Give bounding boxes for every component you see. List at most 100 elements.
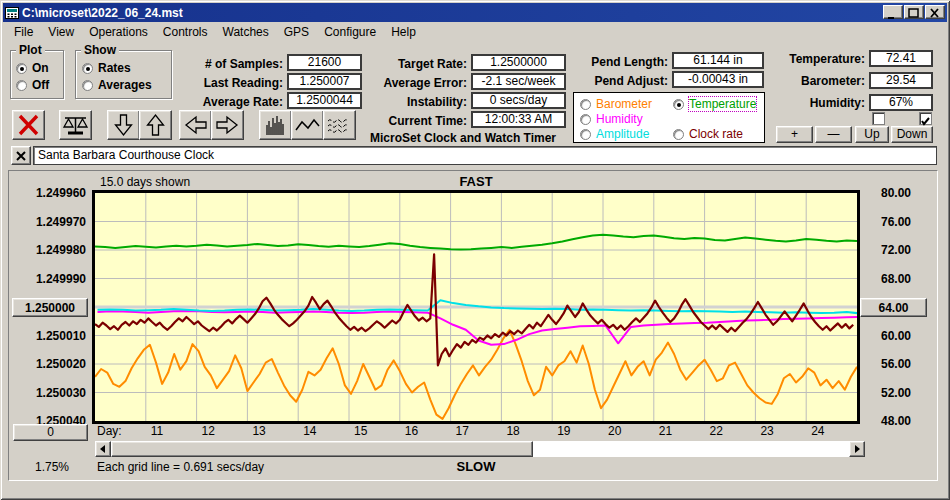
radio-label: Temperature xyxy=(689,97,756,111)
plot-canvas xyxy=(95,193,857,421)
day-tick: 19 xyxy=(557,424,570,438)
day-tick: 22 xyxy=(710,424,723,438)
target-rate-label: Target Rate: xyxy=(380,57,467,71)
wavy-lines-button[interactable] xyxy=(323,110,356,140)
checkbox-left[interactable] xyxy=(872,112,885,125)
right-axis-label: 60.00 xyxy=(866,329,926,343)
day-tick: 18 xyxy=(506,424,519,438)
menu-gps[interactable]: GPS xyxy=(277,23,317,41)
menu-file[interactable]: File xyxy=(7,23,41,41)
maximize-icon xyxy=(909,9,918,17)
shift-right-button[interactable] xyxy=(211,110,244,140)
left-axis-label: 1.250010 xyxy=(6,329,86,343)
radio-label: Clock rate xyxy=(689,127,743,141)
menu-configure[interactable]: Configure xyxy=(317,23,384,41)
line-plot-button[interactable] xyxy=(291,110,324,140)
arrow-left-icon xyxy=(180,111,211,139)
day-tick: 15 xyxy=(354,424,367,438)
radio-humidity[interactable]: Humidity xyxy=(580,112,643,126)
radio-plot-off[interactable]: Off xyxy=(16,78,49,92)
radio-label: Averages xyxy=(98,78,152,92)
radio-amplitude[interactable]: Amplitude xyxy=(580,127,649,141)
day-tick: 21 xyxy=(659,424,672,438)
left-axis-label: 1.249990 xyxy=(6,272,86,286)
minimize-button[interactable] xyxy=(883,5,903,19)
radio-label: Rates xyxy=(98,61,131,75)
radio-barometer[interactable]: Barometer xyxy=(580,97,652,111)
checkbox-right[interactable] xyxy=(919,112,932,125)
series-selector-box: BarometerHumidityAmplitude Temperature Clo… xyxy=(573,92,765,143)
scroll-left-button[interactable] xyxy=(95,441,111,457)
radio-icon xyxy=(16,63,27,74)
scroll-right-button[interactable] xyxy=(849,441,865,457)
plot-area[interactable] xyxy=(92,190,860,424)
instability-label: Instability: xyxy=(380,95,467,109)
app-window: C:\microset\2022_06_24.mst FileViewOpera… xyxy=(0,0,950,500)
day-tick: 14 xyxy=(303,424,316,438)
radio-plot-on[interactable]: On xyxy=(16,61,49,75)
menu-watches[interactable]: Watches xyxy=(216,23,277,41)
maximize-button[interactable] xyxy=(904,5,924,19)
pend-adjust-label: Pend Adjust: xyxy=(575,74,668,88)
close-icon xyxy=(931,9,938,17)
session-name-input[interactable]: Santa Barbara Courthouse Clock xyxy=(33,146,937,165)
menu-controls[interactable]: Controls xyxy=(156,23,216,41)
arrow-up-icon xyxy=(140,111,171,139)
radio-show-averages[interactable]: Averages xyxy=(82,78,152,92)
radio-show-rates[interactable]: Rates xyxy=(82,61,131,75)
right-axis-highlight-button[interactable]: 64.00 xyxy=(860,298,927,317)
plot-group-label: Plot xyxy=(16,43,45,57)
minus-button[interactable]: — xyxy=(815,126,852,143)
radio-clock-rate[interactable]: Clock rate xyxy=(673,127,743,141)
scrollbar-thumb[interactable] xyxy=(111,441,533,457)
samples-label: # of Samples: xyxy=(150,57,283,71)
humidity-field: 67% xyxy=(869,94,933,111)
last-reading-field: 1.250007 xyxy=(287,73,362,90)
radio-icon xyxy=(82,63,93,74)
left-axis-label: 1.249980 xyxy=(6,243,86,257)
instability-field: 0 secs/day xyxy=(471,92,566,109)
radio-icon xyxy=(16,80,27,91)
app-icon xyxy=(5,6,19,20)
line-plot-icon xyxy=(292,111,323,139)
zero-button[interactable]: 0 xyxy=(13,424,88,441)
right-axis-label: 76.00 xyxy=(866,215,926,229)
delete-button[interactable] xyxy=(12,110,45,140)
down-button[interactable]: Down xyxy=(891,126,933,143)
menu-operations[interactable]: Operations xyxy=(82,23,156,41)
histogram-button[interactable] xyxy=(259,110,292,140)
pend-adjust-field: -0.00043 in xyxy=(672,71,764,88)
current-time-field: 12:00:33 AM xyxy=(471,111,566,128)
radio-temperature[interactable]: Temperature xyxy=(673,97,756,111)
shift-up-button[interactable] xyxy=(139,110,172,140)
average-rate-field: 1.2500044 xyxy=(287,92,362,109)
right-axis-label: 52.00 xyxy=(866,386,926,400)
day-tick: 23 xyxy=(760,424,773,438)
close-button[interactable] xyxy=(925,5,945,19)
chart-scrollbar[interactable] xyxy=(95,441,865,457)
left-axis-label: 1.249970 xyxy=(6,215,86,229)
series-temperature-line xyxy=(95,235,857,250)
radio-icon xyxy=(673,129,684,140)
zoom-percent-label: 1.75% xyxy=(35,460,69,474)
app-title: MicroSet Clock and Watch Timer xyxy=(370,131,556,145)
menu-view[interactable]: View xyxy=(41,23,82,41)
up-button[interactable]: Up xyxy=(855,126,889,143)
scroll-left-icon xyxy=(98,444,108,454)
balance-button[interactable] xyxy=(59,110,92,140)
clear-session-button[interactable] xyxy=(11,146,31,165)
humidity-label: Humidity: xyxy=(770,96,865,110)
right-axis-label: 80.00 xyxy=(866,186,926,200)
radio-icon xyxy=(580,99,591,110)
shift-down-button[interactable] xyxy=(107,110,140,140)
right-axis-label: 72.00 xyxy=(866,243,926,257)
balance-scale-icon xyxy=(60,111,91,139)
shift-left-button[interactable] xyxy=(179,110,212,140)
barometer-field: 29.54 xyxy=(869,72,933,89)
barometer-label: Barometer: xyxy=(770,74,865,88)
left-axis-highlight-button[interactable]: 1.250000 xyxy=(12,298,88,317)
plus-button[interactable]: + xyxy=(776,126,813,143)
last-reading-label: Last Reading: xyxy=(150,76,283,90)
menu-help[interactable]: Help xyxy=(384,23,424,41)
radio-icon xyxy=(580,114,591,125)
